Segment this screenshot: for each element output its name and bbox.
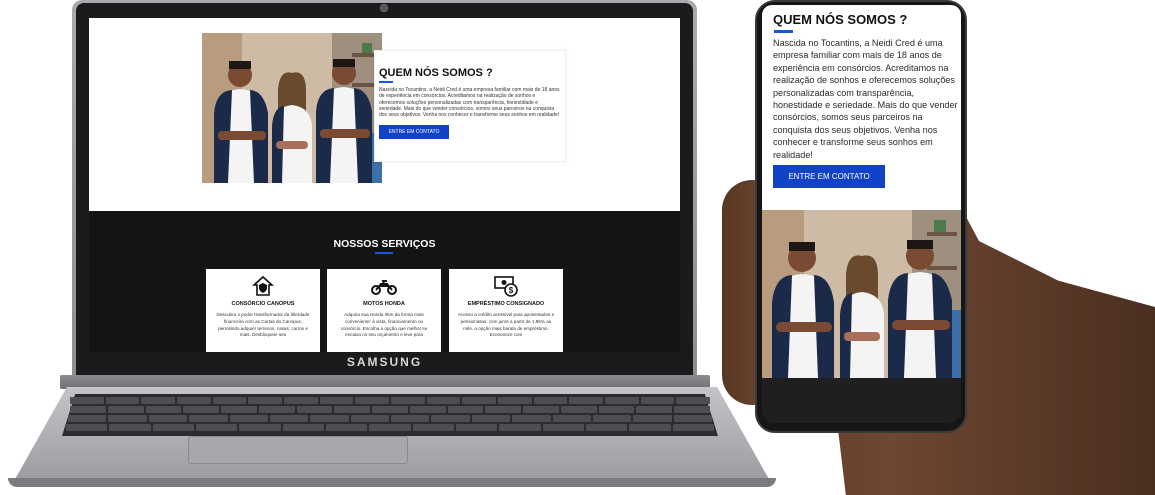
service-name: EMPRÉSTIMO CONSIGNADO (467, 301, 545, 307)
device-mockup: QUEM NÓS SOMOS ? Nascida no Tocantins, a… (0, 0, 1155, 495)
team-photo-illustration (202, 33, 382, 183)
team-photo-illustration (762, 210, 961, 378)
laptop-hinge (60, 375, 710, 389)
service-card[interactable]: MOTOS HONDA Adquira sua Honda 0km da for… (327, 269, 441, 352)
key-row (70, 406, 711, 413)
phone-bottom-bezel (762, 378, 961, 423)
service-desc: Adquira sua Honda 0km da forma mais conv… (340, 312, 428, 338)
about-title: QUEM NÓS SOMOS ? (379, 67, 493, 79)
about-card: QUEM NÓS SOMOS ? Nascida no Tocantins, a… (374, 50, 566, 162)
services-title-underline (375, 252, 393, 254)
services-title: NOSSOS SERVIÇOS (333, 238, 436, 250)
svg-text:$: $ (509, 286, 514, 295)
service-card[interactable]: CONSÓRCIO CANOPUS Descubra o poder trans… (206, 269, 320, 352)
about-text: Nascida no Tocantins, a Neidi Cred é uma… (379, 87, 560, 119)
team-photo (762, 210, 961, 378)
contact-button[interactable]: ENTRE EM CONTATO (773, 165, 885, 188)
about-section: QUEM NÓS SOMOS ? Nascida no Tocantins, a… (89, 18, 680, 211)
key-row (70, 397, 711, 404)
title-underline (379, 81, 393, 83)
team-photo (202, 33, 382, 183)
webcam-icon (380, 4, 388, 12)
service-card[interactable]: $ EMPRÉSTIMO CONSIGNADO Acesso a crédito… (449, 269, 563, 352)
service-desc: Descubra o poder transformador da liberd… (216, 312, 310, 338)
about-title: QUEM NÓS SOMOS ? (773, 12, 908, 27)
motorcycle-icon (371, 280, 397, 295)
service-name: MOTOS HONDA (363, 301, 405, 307)
title-underline (774, 30, 793, 33)
house-shield-icon (252, 275, 274, 296)
contact-button[interactable]: ENTRE EM CONTATO (379, 125, 449, 140)
phone-screen: QUEM NÓS SOMOS ? Nascida no Tocantins, a… (762, 5, 961, 378)
touchpad[interactable] (188, 436, 408, 464)
laptop-base-edge (8, 478, 776, 487)
laptop-screen: QUEM NÓS SOMOS ? Nascida no Tocantins, a… (89, 18, 680, 352)
about-text: Nascida no Tocantins, a Neidi Cred é uma… (773, 38, 958, 160)
service-name: CONSÓRCIO CANOPUS (231, 301, 295, 307)
service-desc: Acesso a crédito acessível para aposenta… (457, 312, 555, 338)
key-row (66, 424, 714, 431)
key-row (68, 415, 712, 422)
money-icon: $ (494, 276, 518, 297)
laptop-brand-logo: SAMSUNG (346, 355, 423, 369)
services-section: NOSSOS SERVIÇOS CONSÓRCIO CANOPUS Descub… (89, 211, 680, 352)
